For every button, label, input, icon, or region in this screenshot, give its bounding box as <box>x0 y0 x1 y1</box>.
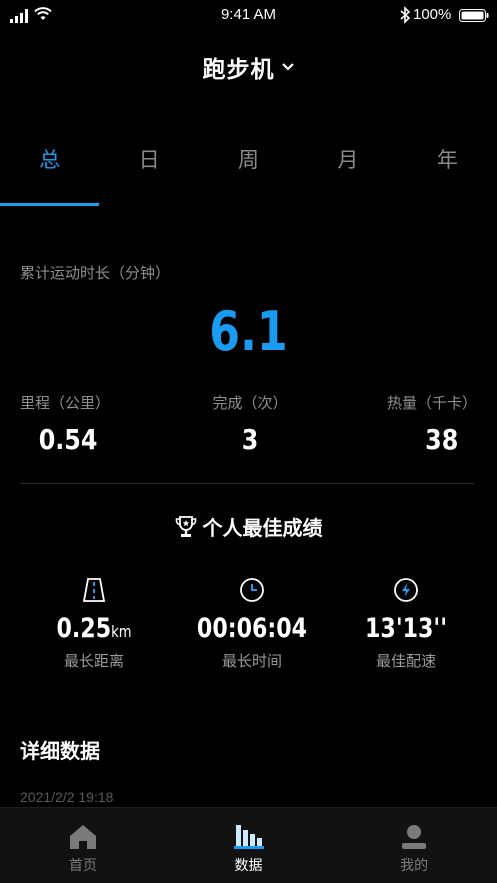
bar-chart-icon <box>233 825 264 849</box>
stat-completed-label: 完成（次） <box>212 394 288 412</box>
nav-me[interactable]: 我的 <box>331 808 497 883</box>
record-distance-label: 最长距离 <box>63 652 124 670</box>
tab-day[interactable]: 日 <box>99 140 198 206</box>
stat-distance-label: 里程（公里） <box>20 394 111 412</box>
cumulative-duration-label: 累计运动时长（分钟） <box>20 264 171 282</box>
personal-best-header: 个人最佳成绩 <box>0 512 497 541</box>
nav-data-label: 数据 <box>234 858 263 874</box>
nav-home-label: 首页 <box>68 858 97 874</box>
stat-calories-value: 38 <box>425 423 459 456</box>
stat-completed-value: 3 <box>241 423 259 456</box>
record-time-value: 00:06:04 <box>196 613 308 644</box>
divider <box>20 483 474 484</box>
stat-completed: 完成（次） 3 <box>170 392 330 456</box>
lightning-icon <box>394 578 418 602</box>
home-icon <box>69 825 96 849</box>
cumulative-duration-value: 6.1 <box>209 300 288 363</box>
chevron-down-icon <box>281 63 294 71</box>
record-pace-value: 13'13'' <box>365 613 447 644</box>
stat-calories: 热量（千卡） 38 <box>317 392 477 456</box>
record-pace-label: 最佳配速 <box>375 652 436 670</box>
nav-data[interactable]: 数据 <box>166 808 332 883</box>
tab-year[interactable]: 年 <box>398 140 497 206</box>
user-icon <box>402 825 427 849</box>
trophy-icon <box>175 515 196 537</box>
tab-week[interactable]: 周 <box>199 140 298 206</box>
nav-me-label: 我的 <box>400 858 429 874</box>
tab-month[interactable]: 月 <box>298 140 397 206</box>
record-best-pace: 13'13'' 最佳配速 <box>326 575 486 671</box>
summary-stats: 里程（公里） 0.54 完成（次） 3 热量（千卡） 38 <box>0 392 497 472</box>
tab-total[interactable]: 总 <box>0 140 100 206</box>
road-icon <box>82 578 106 602</box>
record-time-label: 最长时间 <box>221 652 282 670</box>
stat-distance-value: 0.54 <box>38 423 98 456</box>
detail-section-title: 详细数据 <box>20 739 100 763</box>
record-distance-value: 0.25 <box>56 613 112 644</box>
record-distance-unit: km <box>111 622 132 641</box>
personal-best-title: 个人最佳成绩 <box>202 516 323 540</box>
stat-distance: 里程（公里） 0.54 <box>20 392 180 456</box>
detail-record-date[interactable]: 2021/2/2 19:18 <box>20 789 113 805</box>
stat-calories-label: 热量（千卡） <box>386 394 477 412</box>
record-longest-distance: 0.25km 最长距离 <box>14 575 174 671</box>
bluetooth-icon <box>400 6 411 24</box>
period-tabs: 总 日 周 月 年 <box>0 140 497 206</box>
battery-icon <box>459 9 489 22</box>
record-longest-time: 00:06:04 最长时间 <box>172 575 332 671</box>
nav-home[interactable]: 首页 <box>0 808 166 883</box>
personal-best-records: 0.25km 最长距离 00:06:04 最长时间 13'13'' 最佳配速 <box>0 575 497 675</box>
bottom-navigation: 首页 数据 我的 <box>0 807 497 883</box>
status-bar: 9:41 AM 100% <box>0 0 497 32</box>
page-title: 跑步机 <box>202 57 275 83</box>
battery-percentage: 100% <box>413 6 452 23</box>
clock-icon <box>240 578 264 602</box>
device-selector[interactable]: 跑步机 <box>0 50 497 84</box>
